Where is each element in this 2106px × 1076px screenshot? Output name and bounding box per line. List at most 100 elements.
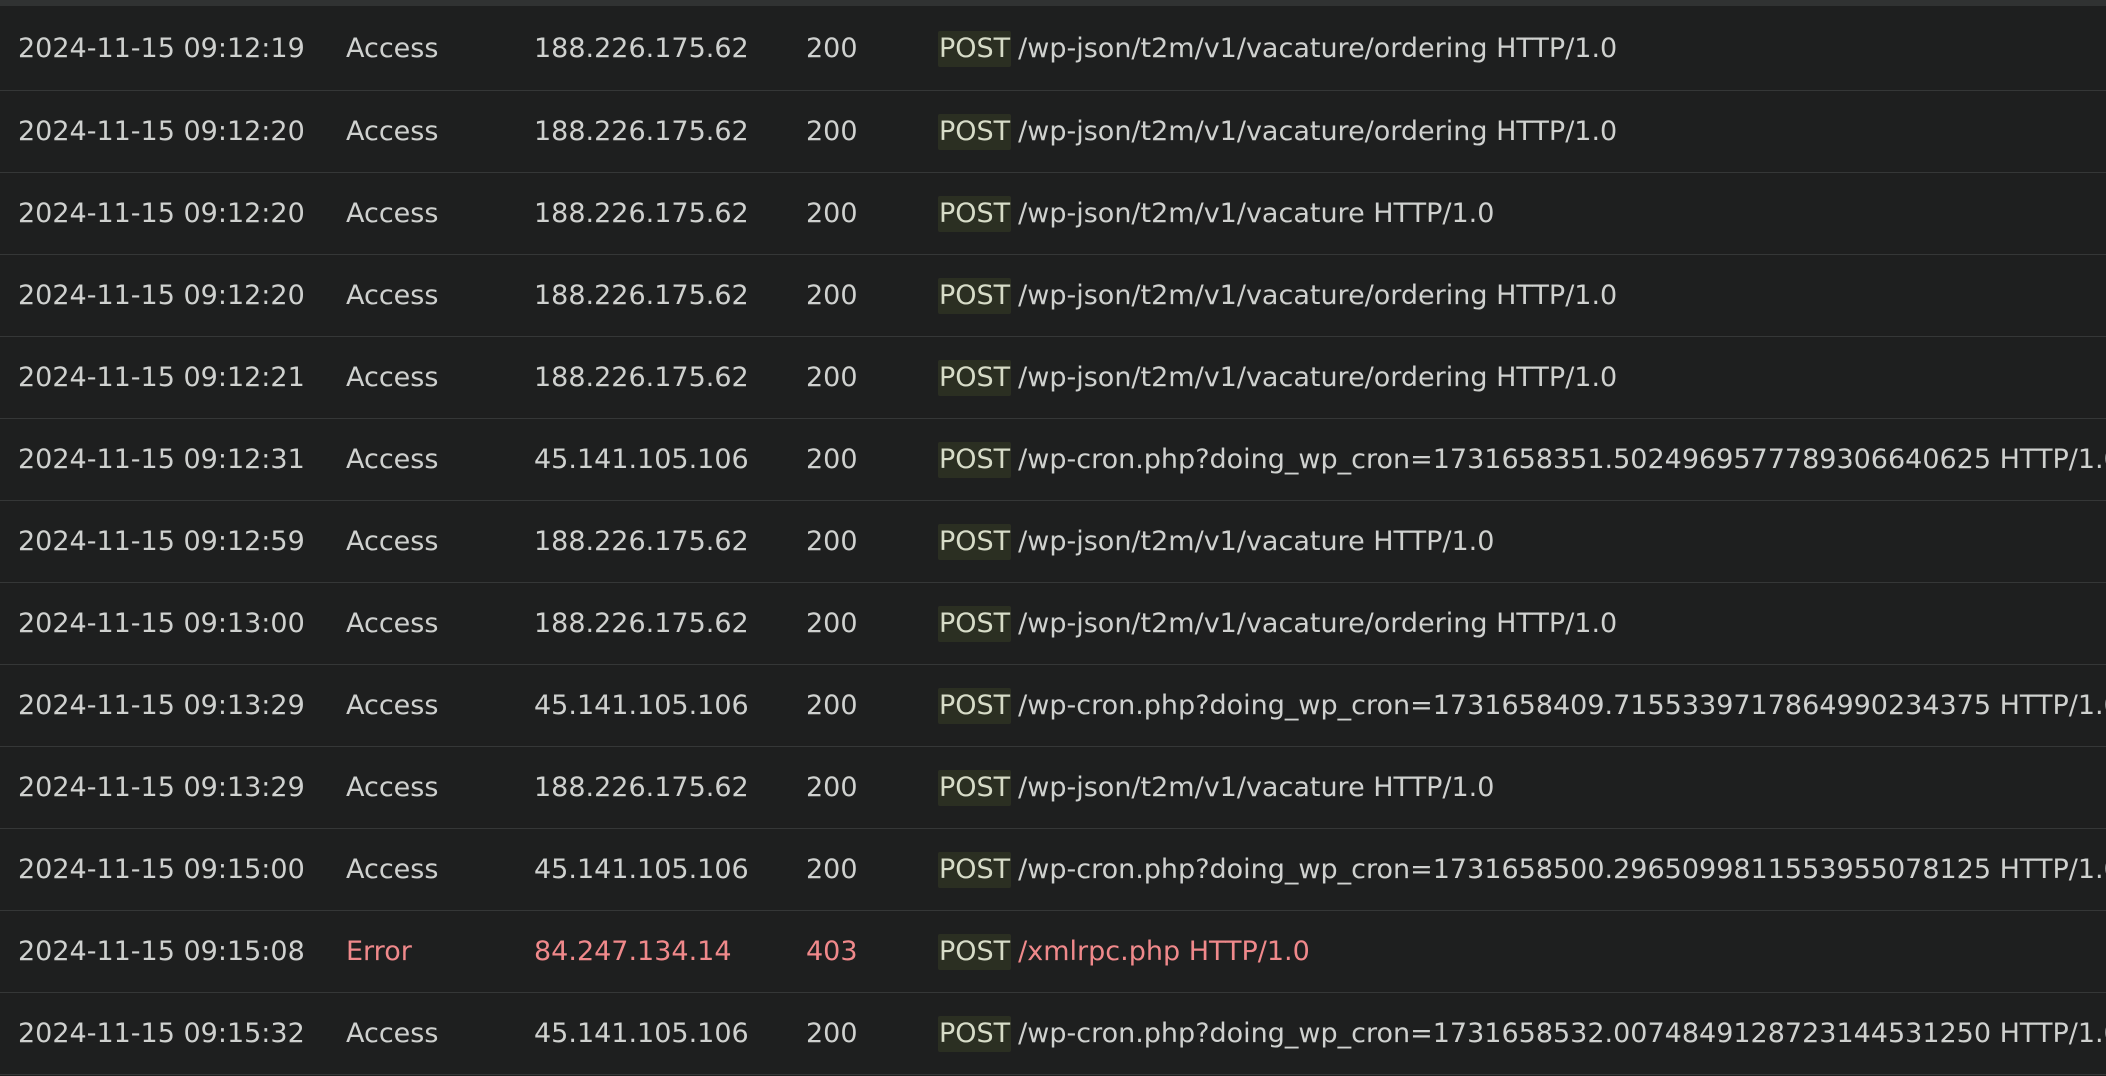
log-request: POST/wp-json/t2m/v1/vacature/ordering HT… (938, 360, 2106, 396)
log-request: POST/wp-json/t2m/v1/vacature HTTP/1.0 (938, 196, 2106, 232)
log-row[interactable]: 2024-11-15 09:12:20 Access 188.226.175.6… (0, 91, 2106, 173)
log-date: 2024-11-15 09:12:21 (18, 362, 305, 393)
log-row[interactable]: 2024-11-15 09:13:29 Access 45.141.105.10… (0, 665, 2106, 747)
log-type: Error (346, 936, 412, 967)
log-path: /wp-cron.php?doing_wp_cron=1731658532.00… (1018, 1018, 2106, 1049)
log-type: Access (346, 198, 439, 229)
log-ip: 45.141.105.106 (534, 854, 749, 885)
log-status-code: 200 (806, 608, 858, 639)
log-method: POST (938, 770, 1012, 806)
log-date: 2024-11-15 09:13:00 (18, 608, 305, 639)
log-status-code: 200 (806, 772, 858, 803)
log-path: /wp-json/t2m/v1/vacature/ordering HTTP/1… (1018, 116, 1618, 147)
log-method: POST (938, 606, 1012, 642)
log-status-code: 200 (806, 198, 858, 229)
log-ip: 188.226.175.62 (534, 116, 749, 147)
log-row[interactable]: 2024-11-15 09:12:20 Access 188.226.175.6… (0, 173, 2106, 255)
log-view: 2024-11-15 09:12:19 Access 188.226.175.6… (0, 0, 2106, 1076)
log-date: 2024-11-15 09:12:59 (18, 526, 305, 557)
log-path: /wp-cron.php?doing_wp_cron=1731658409.71… (1018, 690, 2106, 721)
log-type: Access (346, 116, 439, 147)
log-type: Access (346, 608, 439, 639)
log-ip: 45.141.105.106 (534, 1018, 749, 1049)
log-path: /wp-json/t2m/v1/vacature HTTP/1.0 (1018, 526, 1495, 557)
log-ip: 84.247.134.14 (534, 936, 732, 967)
log-request: POST/wp-cron.php?doing_wp_cron=173165853… (938, 1016, 2106, 1052)
log-path: /xmlrpc.php HTTP/1.0 (1018, 936, 1310, 967)
log-ip: 188.226.175.62 (534, 32, 749, 64)
log-row[interactable]: 2024-11-15 09:13:29 Access 188.226.175.6… (0, 747, 2106, 829)
log-request: POST/wp-json/t2m/v1/vacature/ordering HT… (938, 30, 2106, 67)
log-method: POST (938, 934, 1012, 970)
log-row[interactable]: 2024-11-15 09:15:32 Access 45.141.105.10… (0, 993, 2106, 1075)
log-date: 2024-11-15 09:13:29 (18, 690, 305, 721)
log-path: /wp-cron.php?doing_wp_cron=1731658351.50… (1018, 444, 2106, 475)
log-path: /wp-json/t2m/v1/vacature HTTP/1.0 (1018, 772, 1495, 803)
log-ip: 188.226.175.62 (534, 362, 749, 393)
log-method: POST (938, 1016, 1012, 1052)
log-status-code: 200 (806, 444, 858, 475)
log-status-code: 200 (806, 32, 858, 64)
log-method: POST (938, 688, 1012, 724)
log-path: /wp-cron.php?doing_wp_cron=1731658500.29… (1018, 854, 2106, 885)
log-type: Access (346, 444, 439, 475)
log-ip: 188.226.175.62 (534, 280, 749, 311)
log-ip: 188.226.175.62 (534, 608, 749, 639)
log-status-code: 200 (806, 526, 858, 557)
log-method: POST (938, 442, 1012, 478)
log-method: POST (938, 114, 1012, 150)
log-method: POST (938, 524, 1012, 560)
log-request: POST/wp-cron.php?doing_wp_cron=173165850… (938, 852, 2106, 888)
log-date: 2024-11-15 09:12:31 (18, 444, 305, 475)
log-type: Access (346, 690, 439, 721)
log-status-code: 200 (806, 854, 858, 885)
log-row[interactable]: 2024-11-15 09:12:31 Access 45.141.105.10… (0, 419, 2106, 501)
log-ip: 45.141.105.106 (534, 690, 749, 721)
log-path: /wp-json/t2m/v1/vacature/ordering HTTP/1… (1018, 608, 1618, 639)
log-date: 2024-11-15 09:15:08 (18, 936, 305, 967)
log-method: POST (938, 852, 1012, 888)
log-row[interactable]: 2024-11-15 09:12:19 Access 188.226.175.6… (0, 6, 2106, 91)
log-path: /wp-json/t2m/v1/vacature/ordering HTTP/1… (1018, 362, 1618, 393)
log-request: POST/wp-json/t2m/v1/vacature HTTP/1.0 (938, 524, 2106, 560)
log-table: 2024-11-15 09:12:19 Access 188.226.175.6… (0, 6, 2106, 1075)
log-ip: 188.226.175.62 (534, 526, 749, 557)
log-ip: 188.226.175.62 (534, 772, 749, 803)
log-method: POST (938, 278, 1012, 314)
log-date: 2024-11-15 09:15:00 (18, 854, 305, 885)
log-status-code: 200 (806, 362, 858, 393)
log-date: 2024-11-15 09:12:20 (18, 280, 305, 311)
log-request: POST/xmlrpc.php HTTP/1.0 (938, 934, 2106, 970)
log-path: /wp-json/t2m/v1/vacature/ordering HTTP/1… (1018, 32, 1618, 64)
log-method: POST (938, 360, 1012, 396)
log-row[interactable]: 2024-11-15 09:15:00 Access 45.141.105.10… (0, 829, 2106, 911)
log-path: /wp-json/t2m/v1/vacature HTTP/1.0 (1018, 198, 1495, 229)
log-ip: 188.226.175.62 (534, 198, 749, 229)
log-row-error[interactable]: 2024-11-15 09:15:08 Error 84.247.134.14 … (0, 911, 2106, 993)
log-type: Access (346, 526, 439, 557)
log-row[interactable]: 2024-11-15 09:12:21 Access 188.226.175.6… (0, 337, 2106, 419)
log-request: POST/wp-json/t2m/v1/vacature/ordering HT… (938, 606, 2106, 642)
log-request: POST/wp-json/t2m/v1/vacature HTTP/1.0 (938, 770, 2106, 806)
log-row[interactable]: 2024-11-15 09:12:20 Access 188.226.175.6… (0, 255, 2106, 337)
log-status-code: 403 (806, 936, 858, 967)
log-path: /wp-json/t2m/v1/vacature/ordering HTTP/1… (1018, 280, 1618, 311)
log-type: Access (346, 280, 439, 311)
log-date: 2024-11-15 09:12:20 (18, 116, 305, 147)
log-type: Access (346, 362, 439, 393)
log-date: 2024-11-15 09:12:20 (18, 198, 305, 229)
log-date: 2024-11-15 09:12:19 (18, 32, 305, 64)
log-request: POST/wp-cron.php?doing_wp_cron=173165840… (938, 688, 2106, 724)
log-method: POST (938, 30, 1012, 67)
log-ip: 45.141.105.106 (534, 444, 749, 475)
log-status-code: 200 (806, 280, 858, 311)
log-type: Access (346, 854, 439, 885)
log-type: Access (346, 772, 439, 803)
log-row[interactable]: 2024-11-15 09:13:00 Access 188.226.175.6… (0, 583, 2106, 665)
log-request: POST/wp-json/t2m/v1/vacature/ordering HT… (938, 278, 2106, 314)
log-type: Access (346, 1018, 439, 1049)
log-status-code: 200 (806, 116, 858, 147)
log-row[interactable]: 2024-11-15 09:12:59 Access 188.226.175.6… (0, 501, 2106, 583)
log-method: POST (938, 196, 1012, 232)
log-request: POST/wp-json/t2m/v1/vacature/ordering HT… (938, 114, 2106, 150)
